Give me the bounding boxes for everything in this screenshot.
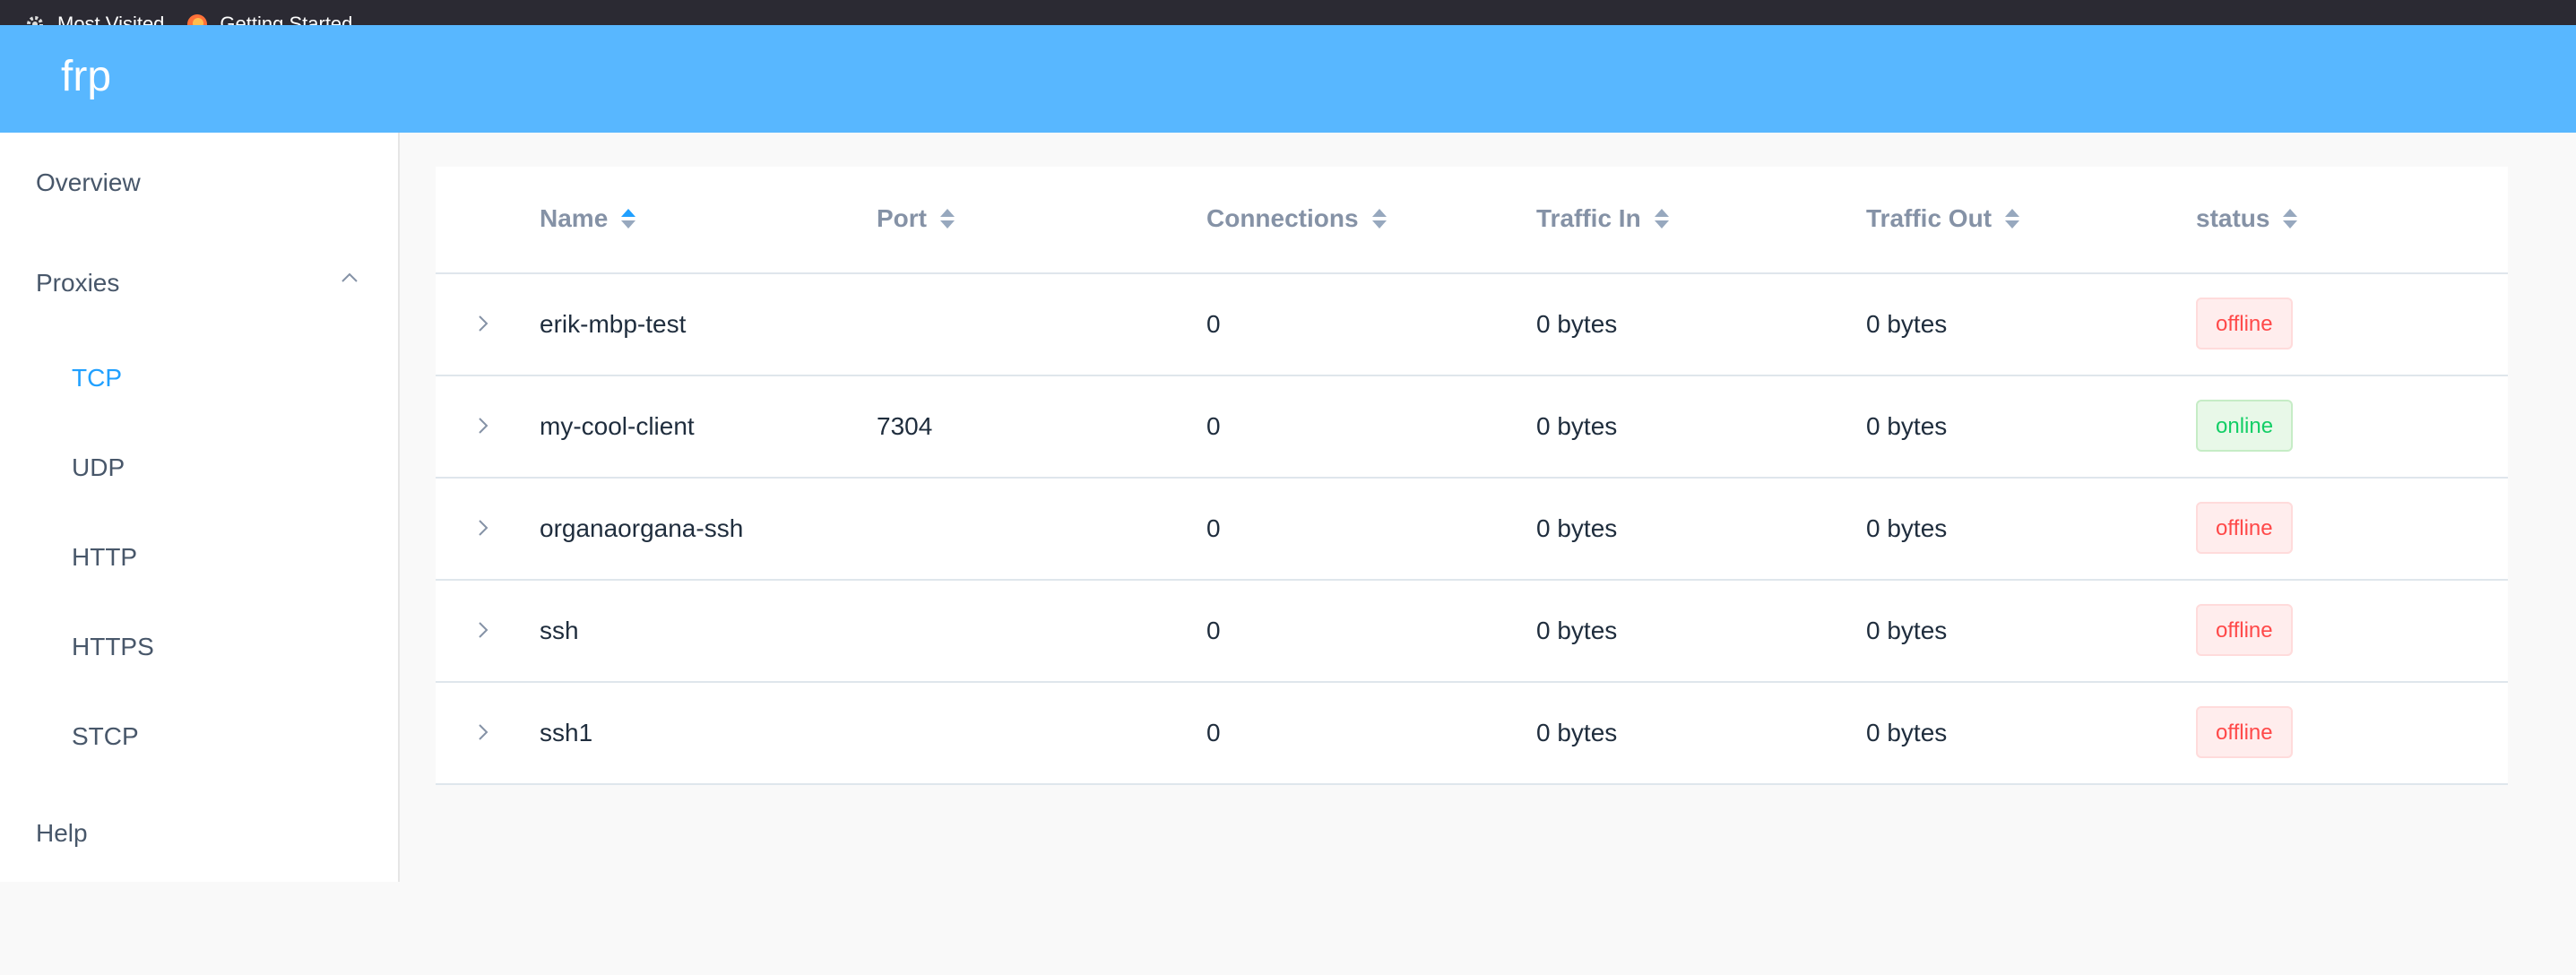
column-header-status[interactable]: status [2196,203,2298,235]
column-header-traffic-in[interactable]: Traffic In [1536,203,1670,235]
sidebar-item-udp[interactable]: UDP [72,450,125,486]
bookmark-most-visited[interactable]: Most Visited [23,13,164,25]
table-row[interactable]: ssh1 0 0 bytes 0 bytes offline [436,683,2508,785]
cell-port: 7304 [877,412,933,440]
column-header-connections[interactable]: Connections [1206,203,1387,235]
bookmark-getting-started[interactable]: Getting Started [186,13,352,25]
cell-name: organaorgana-ssh [540,514,744,542]
bookmark-label: Getting Started [220,13,353,25]
table-row[interactable]: erik-mbp-test 0 0 bytes 0 bytes offline [436,274,2508,376]
chevron-right-icon[interactable] [470,719,497,746]
column-header-port[interactable]: Port [877,203,955,235]
sort-icon[interactable] [2004,206,2020,231]
sidebar-item-proxies[interactable]: Proxies [36,265,119,301]
gear-icon [23,13,47,25]
cell-traffic-in: 0 bytes [1536,412,1618,440]
cell-traffic-out: 0 bytes [1866,412,1948,440]
status-badge: offline [2196,604,2293,656]
cell-connections: 0 [1206,719,1221,746]
cell-connections: 0 [1206,412,1221,440]
cell-name: erik-mbp-test [540,310,687,338]
table-row[interactable]: organaorgana-ssh 0 0 bytes 0 bytes offli… [436,479,2508,581]
chevron-right-icon[interactable] [470,514,497,541]
app-header: frp [0,25,2576,133]
chevron-right-icon[interactable] [470,617,497,643]
status-badge: offline [2196,706,2293,758]
cell-connections: 0 [1206,617,1221,644]
chevron-right-icon[interactable] [470,412,497,439]
table-row[interactable]: my-cool-client 7304 0 0 bytes 0 bytes on… [436,376,2508,479]
sort-icon[interactable] [1371,206,1387,231]
bookmarks-toolbar: Most Visited Getting Started [0,0,2576,25]
cell-traffic-in: 0 bytes [1536,310,1618,338]
cell-name: my-cool-client [540,412,695,440]
sort-icon[interactable] [620,206,636,231]
app-logo[interactable]: frp [61,52,111,102]
sidebar-item-tcp[interactable]: TCP [72,360,122,396]
sidebar-item-https[interactable]: HTTPS [72,629,154,665]
sidebar: Overview Proxies TCP UDP HTTP HTTPS STCP… [0,133,400,882]
table-header: Name Port Connections Traffic In Traffic… [436,167,2508,274]
sort-icon[interactable] [939,206,955,231]
cell-traffic-out: 0 bytes [1866,310,1948,338]
proxy-table: Name Port Connections Traffic In Traffic… [436,167,2508,785]
cell-traffic-out: 0 bytes [1866,617,1948,644]
cell-traffic-in: 0 bytes [1536,719,1618,746]
sidebar-item-stcp[interactable]: STCP [72,719,139,755]
cell-traffic-in: 0 bytes [1536,514,1618,542]
sort-icon[interactable] [2282,206,2298,231]
cell-name: ssh1 [540,719,593,746]
table-row[interactable]: ssh 0 0 bytes 0 bytes offline [436,581,2508,683]
column-header-name[interactable]: Name [540,203,636,235]
chevron-up-icon[interactable] [339,267,360,289]
cell-traffic-out: 0 bytes [1866,719,1948,746]
cell-connections: 0 [1206,514,1221,542]
cell-connections: 0 [1206,310,1221,338]
sidebar-item-help[interactable]: Help [36,815,88,851]
cell-traffic-out: 0 bytes [1866,514,1948,542]
column-header-traffic-out[interactable]: Traffic Out [1866,203,2020,235]
sort-icon[interactable] [1654,206,1670,231]
cell-traffic-in: 0 bytes [1536,617,1618,644]
status-badge: offline [2196,502,2293,554]
sidebar-item-http[interactable]: HTTP [72,539,137,575]
firefox-icon [186,13,209,25]
sidebar-item-overview[interactable]: Overview [36,165,141,201]
status-badge: online [2196,400,2294,452]
status-badge: offline [2196,298,2293,349]
bookmark-label: Most Visited [57,13,165,25]
cell-name: ssh [540,617,579,644]
chevron-right-icon[interactable] [470,310,497,337]
